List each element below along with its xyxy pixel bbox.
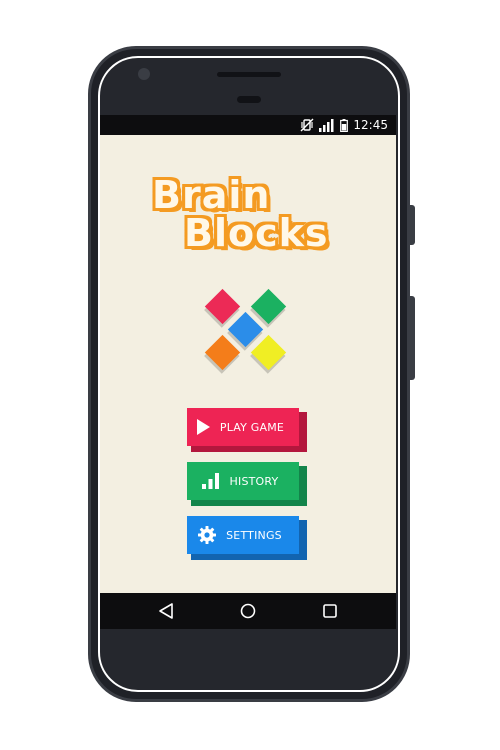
play-game-button[interactable]: PLAY GAME bbox=[187, 408, 307, 452]
earpiece-speaker bbox=[217, 72, 281, 77]
front-camera bbox=[138, 68, 150, 80]
logo-tile-green bbox=[250, 288, 287, 325]
navigation-bar bbox=[100, 593, 396, 629]
screen: 12:45 Brain Blocks PLAY GAME HISTORY SET… bbox=[100, 115, 396, 629]
settings-button[interactable]: SETTINGS bbox=[187, 516, 307, 560]
recents-icon[interactable] bbox=[322, 602, 338, 624]
main-menu: Brain Blocks PLAY GAME HISTORY SETTINGS bbox=[100, 135, 396, 593]
vibrate-off-icon bbox=[300, 118, 314, 132]
settings-label: SETTINGS bbox=[226, 528, 282, 542]
power-button bbox=[410, 296, 415, 380]
gear-icon bbox=[198, 526, 217, 544]
logo-tile-orange bbox=[204, 334, 241, 371]
logo-tile-yellow bbox=[250, 334, 287, 371]
proximity-sensor bbox=[237, 96, 261, 103]
app-logo bbox=[201, 285, 297, 381]
battery-icon bbox=[340, 118, 349, 132]
history-label: HISTORY bbox=[229, 474, 279, 488]
status-time: 12:45 bbox=[353, 118, 388, 132]
signal-icon bbox=[319, 118, 335, 132]
home-icon[interactable] bbox=[239, 602, 257, 624]
history-button[interactable]: HISTORY bbox=[187, 462, 307, 506]
play-game-label: PLAY GAME bbox=[219, 420, 285, 434]
volume-button bbox=[410, 205, 415, 245]
status-bar: 12:45 bbox=[100, 115, 396, 135]
back-icon[interactable] bbox=[158, 602, 174, 624]
logo-tile-red bbox=[204, 288, 241, 325]
app-title-blocks: Blocks bbox=[184, 211, 329, 255]
logo-tile-blue bbox=[227, 311, 264, 348]
play-icon bbox=[196, 419, 210, 435]
bar-chart-icon bbox=[201, 473, 220, 489]
